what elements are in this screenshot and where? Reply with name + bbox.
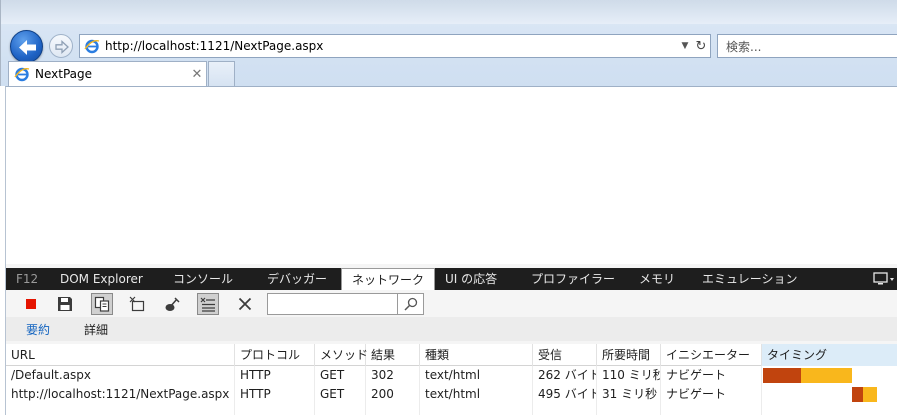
tab-strip: NextPage ✕ xyxy=(1,61,897,86)
page-viewport xyxy=(5,86,897,264)
browser-tab-nextpage[interactable]: NextPage ✕ xyxy=(8,61,207,86)
column-header-received[interactable]: 受信 xyxy=(533,344,597,366)
close-tab-icon[interactable]: ✕ xyxy=(188,67,206,82)
empty-cell xyxy=(661,404,762,415)
cell-initiator: ナビゲート xyxy=(661,366,762,385)
stop-icon xyxy=(26,299,36,309)
cell-protocol: HTTP xyxy=(235,385,315,404)
empty-cell xyxy=(533,404,597,415)
ie-logo-icon xyxy=(14,67,30,82)
tab-profiler[interactable]: プロファイラー xyxy=(531,268,615,290)
address-text[interactable]: http://localhost:1121/NextPage.aspx xyxy=(105,39,678,53)
ie-logo-icon xyxy=(84,39,100,54)
cell-time: 31 ミリ秒 xyxy=(597,385,661,404)
column-header-timing[interactable]: タイミング xyxy=(762,344,897,366)
cell-url: http://localhost:1121/NextPage.aspx xyxy=(6,385,235,404)
title-band xyxy=(1,0,897,24)
search-placeholder: 検索... xyxy=(726,39,762,54)
cell-method: GET xyxy=(315,366,366,385)
list-clear-icon xyxy=(200,297,215,312)
subtab-details[interactable]: 詳細 xyxy=(84,321,108,338)
save-icon xyxy=(58,297,72,311)
dock-monitor-icon[interactable] xyxy=(873,271,895,287)
tab-memory[interactable]: メモリ xyxy=(639,268,675,290)
column-header-type[interactable]: 種類 xyxy=(420,344,533,366)
cell-protocol: HTTP xyxy=(235,366,315,385)
back-arrow-icon xyxy=(19,40,36,55)
network-toolbar xyxy=(6,290,897,317)
tab-debugger[interactable]: デバッガー xyxy=(267,268,327,290)
empty-cell xyxy=(6,404,235,415)
cell-time: 110 ミリ秒 xyxy=(597,366,661,385)
subtab-summary[interactable]: 要約 xyxy=(26,321,50,338)
browser-chrome: http://localhost:1121/NextPage.aspx ▼ ↻ … xyxy=(0,0,897,86)
column-header-initiator[interactable]: イニシエーター xyxy=(661,344,762,366)
network-request-table: URL プロトコル メソッド 結果 種類 受信 所要時間 イニシエーター タイミ… xyxy=(6,344,897,415)
cell-result: 302 xyxy=(366,366,420,385)
empty-cell xyxy=(597,404,661,415)
new-tab-button[interactable] xyxy=(208,61,235,86)
close-icon xyxy=(238,297,252,311)
column-header-url[interactable]: URL xyxy=(6,344,235,366)
export-button[interactable] xyxy=(54,293,76,315)
always-refresh-button[interactable] xyxy=(91,293,113,315)
cell-result: 200 xyxy=(366,385,420,404)
network-subtabs: 要約 詳細 xyxy=(6,317,897,341)
cell-url: /Default.aspx xyxy=(6,366,235,385)
clear-button[interactable] xyxy=(234,293,256,315)
refresh-icon[interactable]: ↻ xyxy=(692,39,710,54)
timing-bar-receive xyxy=(863,387,877,402)
tab-console[interactable]: コンソール xyxy=(173,268,233,290)
cell-method: GET xyxy=(315,385,366,404)
cell-received: 495 バイト xyxy=(533,385,597,404)
filter-input[interactable] xyxy=(267,293,398,315)
search-box[interactable]: 検索... xyxy=(717,34,897,58)
search-icon xyxy=(403,297,417,311)
devtools-tab-bar: F12 DOM Explorer コンソール デバッガー ネットワーク UI の… xyxy=(6,268,897,291)
table-empty-row xyxy=(6,404,897,415)
clear-session-button[interactable] xyxy=(197,293,219,315)
cell-timing xyxy=(762,366,897,385)
timing-bar-wait xyxy=(852,387,863,402)
timing-bar-receive xyxy=(801,368,852,383)
devtools-f12-label: F12 xyxy=(16,272,39,286)
clear-cookies-button[interactable] xyxy=(162,293,184,315)
cell-type: text/html xyxy=(420,385,533,404)
clear-entries-on-navigate-button[interactable] xyxy=(126,293,148,315)
devtools-panel: F12 DOM Explorer コンソール デバッガー ネットワーク UI の… xyxy=(5,264,897,415)
empty-cell xyxy=(315,404,366,415)
column-header-method[interactable]: メソッド xyxy=(315,344,368,366)
address-dropdown-icon[interactable]: ▼ xyxy=(678,41,692,51)
table-row[interactable]: http://localhost:1121/NextPage.aspx HTTP… xyxy=(6,385,897,404)
filter-search-button[interactable] xyxy=(398,293,424,315)
cookie-broom-icon xyxy=(165,297,180,311)
empty-cell xyxy=(420,404,533,415)
tab-dom-explorer[interactable]: DOM Explorer xyxy=(60,268,143,290)
column-header-protocol[interactable]: プロトコル xyxy=(235,344,315,366)
table-row[interactable]: /Default.aspx HTTP GET 302 text/html 262… xyxy=(6,366,897,385)
tab-network[interactable]: ネットワーク xyxy=(341,268,436,291)
cell-initiator: ナビゲート xyxy=(661,385,762,404)
tab-emulation[interactable]: エミュレーション xyxy=(702,268,798,290)
browser-tab-title: NextPage xyxy=(35,67,93,81)
timing-bar-wait xyxy=(763,368,801,383)
forward-button[interactable] xyxy=(49,34,73,58)
address-bar[interactable]: http://localhost:1121/NextPage.aspx ▼ ↻ xyxy=(79,34,711,58)
cell-received: 262 バイト xyxy=(533,366,597,385)
stop-recording-button[interactable] xyxy=(20,293,42,315)
column-header-result[interactable]: 結果 xyxy=(366,344,420,366)
forward-arrow-icon xyxy=(55,40,69,54)
cell-type: text/html xyxy=(420,366,533,385)
clear-cache-icon xyxy=(94,296,110,312)
column-header-time[interactable]: 所要時間 xyxy=(597,344,661,366)
cell-timing xyxy=(762,385,897,404)
empty-cell xyxy=(366,404,420,415)
navigate-clear-icon xyxy=(129,296,145,312)
back-button[interactable] xyxy=(10,30,43,63)
empty-cell xyxy=(235,404,315,415)
table-header: URL プロトコル メソッド 結果 種類 受信 所要時間 イニシエーター タイミ… xyxy=(6,344,897,366)
tab-ui-responsiveness[interactable]: UI の応答 xyxy=(445,268,497,290)
